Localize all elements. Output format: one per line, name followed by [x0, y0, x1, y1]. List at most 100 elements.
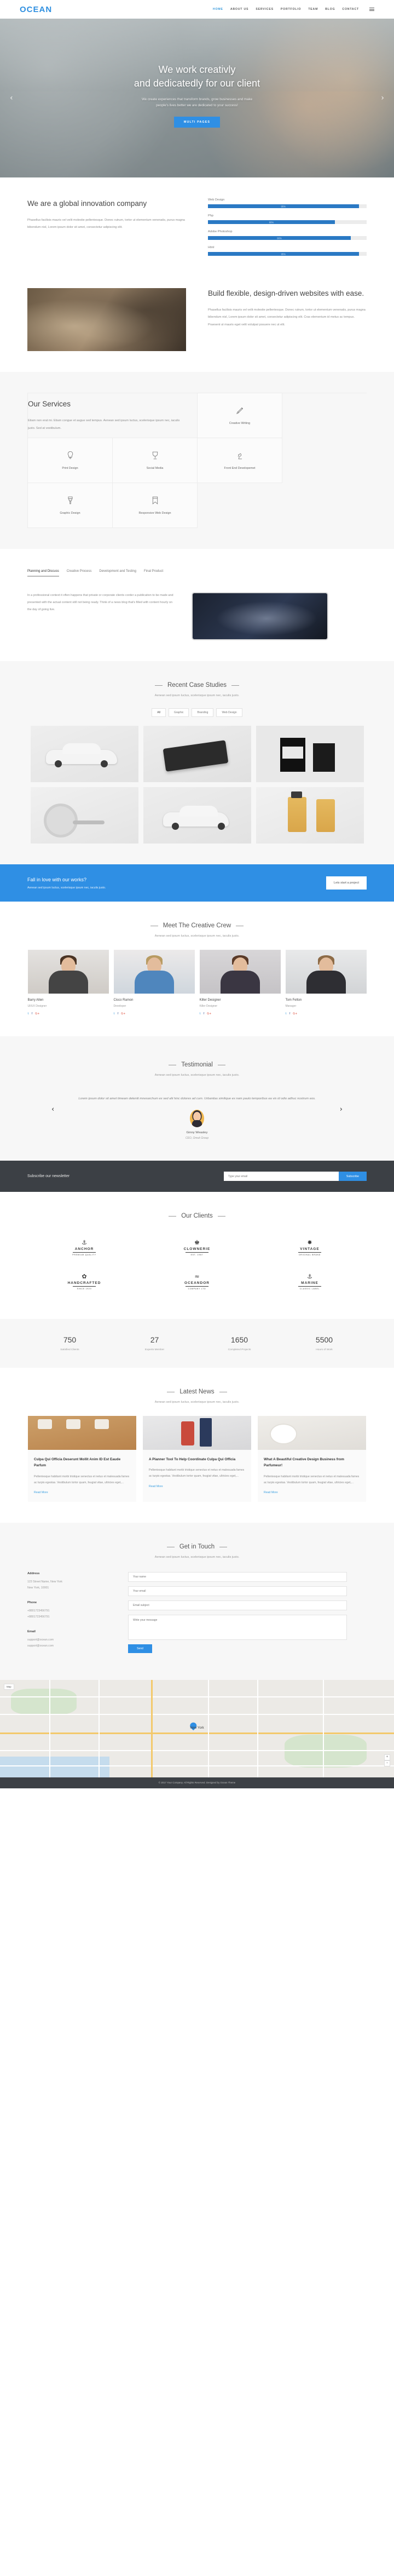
client-sub: PREMIUM QUALITY	[72, 1253, 96, 1256]
google-plus-icon[interactable]: G+	[293, 1012, 297, 1016]
service-card-social-media[interactable]: Social Media	[113, 438, 198, 483]
twitter-icon[interactable]: t	[286, 1012, 287, 1016]
filter-graphic[interactable]: Graphic	[168, 708, 189, 717]
testimonial-next-arrow-icon[interactable]: ›	[340, 1105, 343, 1114]
contact-send-button[interactable]: Send	[128, 1644, 152, 1654]
blog-post-card[interactable]: Culpa Qui Officia Deserunt Mollit Anim I…	[28, 1416, 136, 1502]
hero-prev-arrow-icon[interactable]: ‹	[10, 94, 13, 102]
anchor-icon: ⚓	[307, 1272, 312, 1280]
clients-heading-block: Our Clients	[27, 1213, 367, 1219]
facebook-icon[interactable]: f	[289, 1012, 290, 1016]
filter-branding[interactable]: Branding	[192, 708, 214, 717]
contact-heading-block: Get in Touch Aenean sed ipsum luctus, sc…	[27, 1544, 367, 1559]
clients-section: Our Clients ⚓ ANCHOR PREMIUM QUALITY ♚ C…	[0, 1192, 394, 1319]
team-grid: Barry Allen UI/UX Designer t f G+ Cisco …	[27, 950, 367, 1016]
skill-bar-fill: 95%	[208, 204, 359, 208]
nav-item-contact[interactable]: CONTACT	[342, 8, 359, 11]
anchor-icon: ⚓	[82, 1238, 87, 1246]
service-card-front-end-development[interactable]: Front End Developemet	[198, 438, 282, 483]
blog-post-card[interactable]: A Planner Tool To Help Coordinate Culpa …	[143, 1416, 251, 1502]
twitter-icon[interactable]: t	[114, 1012, 115, 1016]
tab-creative-process[interactable]: Creative Process	[67, 570, 92, 577]
facebook-icon[interactable]: f	[31, 1012, 32, 1016]
blog-read-more-link[interactable]: Read More	[34, 1491, 48, 1494]
google-plus-icon[interactable]: G+	[121, 1012, 125, 1016]
hero-next-arrow-icon[interactable]: ›	[381, 94, 384, 102]
map-type-control[interactable]: Map	[4, 1683, 14, 1690]
heading-dash-right	[231, 685, 240, 686]
hero-cta-button[interactable]: MULTI PAGES	[173, 117, 221, 128]
blog-post-card[interactable]: What A Beautiful Creative Design Busines…	[258, 1416, 366, 1502]
service-card-print-design[interactable]: Print Design	[28, 438, 113, 483]
portfolio-item-sports-car[interactable]	[143, 787, 251, 844]
portfolio-heading-text: Recent Case Studies	[167, 682, 227, 689]
services-intro: Our Services Etiam non erat mi. Etiam co…	[28, 393, 198, 438]
skill-bar-fill: 80%	[208, 220, 335, 224]
nav-item-blog[interactable]: BLOG	[325, 8, 335, 11]
skill-label: Php	[208, 214, 213, 217]
cta-title: Fall in love with our works?	[27, 876, 87, 882]
testimonial-author-role: CEO, Omuk Group	[185, 1137, 209, 1140]
filter-web-design[interactable]: Web Design	[216, 708, 242, 717]
contact-heading-text: Get in Touch	[179, 1544, 215, 1551]
blog-post-image	[258, 1416, 366, 1450]
service-card-responsive-web-design[interactable]: Responsive Web Design	[113, 483, 198, 528]
blog-post-excerpt: Pellentesque habitant morbi tristique se…	[149, 1468, 245, 1478]
cta-start-project-button[interactable]: Lets start a project	[326, 876, 367, 890]
service-card-graphic-design[interactable]: Graphic Design	[28, 483, 113, 528]
client-logo[interactable]: ⚓ MARINE CLASSIC LABEL	[253, 1264, 366, 1298]
tab-planning-and-discuss[interactable]: Planning and Discuss	[27, 570, 59, 577]
blog-read-more-link[interactable]: Read More	[149, 1485, 163, 1488]
service-label: Social Media	[146, 467, 164, 470]
contact-message-textarea[interactable]	[128, 1615, 347, 1640]
portfolio-item-black-wallet[interactable]	[143, 726, 251, 782]
service-card-creative-writing[interactable]: Creative Writing	[198, 393, 282, 438]
client-logo[interactable]: ♚ CLOWNERIE EST. 1987	[141, 1230, 253, 1264]
team-member-name: Cisco Ramon	[113, 999, 134, 1002]
client-logo[interactable]: ≈ OCEANDOR COMPANY LTD	[141, 1264, 253, 1298]
client-name: HANDCRAFTED	[67, 1281, 101, 1285]
portfolio-item-frying-pan[interactable]	[30, 787, 138, 844]
counter-number: 5500	[315, 1335, 333, 1345]
portfolio-item-white-car[interactable]	[30, 726, 138, 782]
twitter-icon[interactable]: t	[28, 1012, 29, 1016]
service-label: Creative Writing	[229, 422, 251, 425]
nav-item-about-us[interactable]: ABOUT US	[230, 8, 249, 11]
contact-email-input[interactable]	[128, 1586, 347, 1597]
contact-name-input[interactable]	[128, 1572, 347, 1582]
portfolio-item-liquid-body-bottles[interactable]	[256, 726, 364, 782]
client-logo[interactable]: ✸ VINTAGE ORIGINAL BRAND	[253, 1230, 366, 1264]
map-zoom-in-button[interactable]: +	[384, 1754, 390, 1760]
google-plus-icon[interactable]: G+	[35, 1012, 39, 1016]
tab-final-product[interactable]: Final Product	[144, 570, 163, 577]
portfolio-item-soap-dispenser[interactable]	[256, 787, 364, 844]
facebook-icon[interactable]: f	[203, 1012, 204, 1016]
nav-item-team[interactable]: TEAM	[308, 8, 318, 11]
client-logo[interactable]: ✿ HANDCRAFTED SINCE 1920	[28, 1264, 141, 1298]
skill-item: Html 95%	[208, 246, 367, 256]
twitter-icon[interactable]: t	[200, 1012, 201, 1016]
nav-item-services[interactable]: SERVICES	[256, 8, 274, 11]
blog-read-more-link[interactable]: Read More	[264, 1491, 278, 1494]
filter-all[interactable]: All	[152, 708, 166, 717]
client-sub: CLASSIC LABEL	[299, 1287, 320, 1290]
nav-item-home[interactable]: HOME	[213, 8, 223, 11]
newsletter-email-input[interactable]	[223, 1172, 339, 1181]
contact-email-block: Email support@ocean.com support@ocean.co…	[27, 1630, 109, 1649]
location-map[interactable]: New York Map + −	[0, 1679, 394, 1777]
testimonial-prev-arrow-icon[interactable]: ‹	[51, 1105, 54, 1114]
hamburger-menu-icon[interactable]	[369, 7, 374, 12]
facebook-icon[interactable]: f	[117, 1012, 118, 1016]
newsletter-subscribe-button[interactable]: Subscribe	[338, 1172, 367, 1181]
contact-email-line-2: support@ocean.com	[27, 1644, 54, 1648]
client-name: OCEANDOR	[184, 1281, 210, 1285]
contact-subject-input[interactable]	[128, 1600, 347, 1611]
about-body: Phasellus facilisis mauris vel velit mol…	[27, 219, 185, 230]
client-logo[interactable]: ⚓ ANCHOR PREMIUM QUALITY	[28, 1230, 141, 1264]
tab-development-and-testing[interactable]: Development and Testing	[99, 570, 136, 577]
site-logo[interactable]: OCEAN	[20, 5, 52, 14]
map-zoom-controls: + −	[384, 1754, 390, 1766]
nav-item-portfolio[interactable]: PORTFOLIO	[281, 8, 301, 11]
map-zoom-out-button[interactable]: −	[384, 1760, 390, 1766]
google-plus-icon[interactable]: G+	[207, 1012, 211, 1016]
